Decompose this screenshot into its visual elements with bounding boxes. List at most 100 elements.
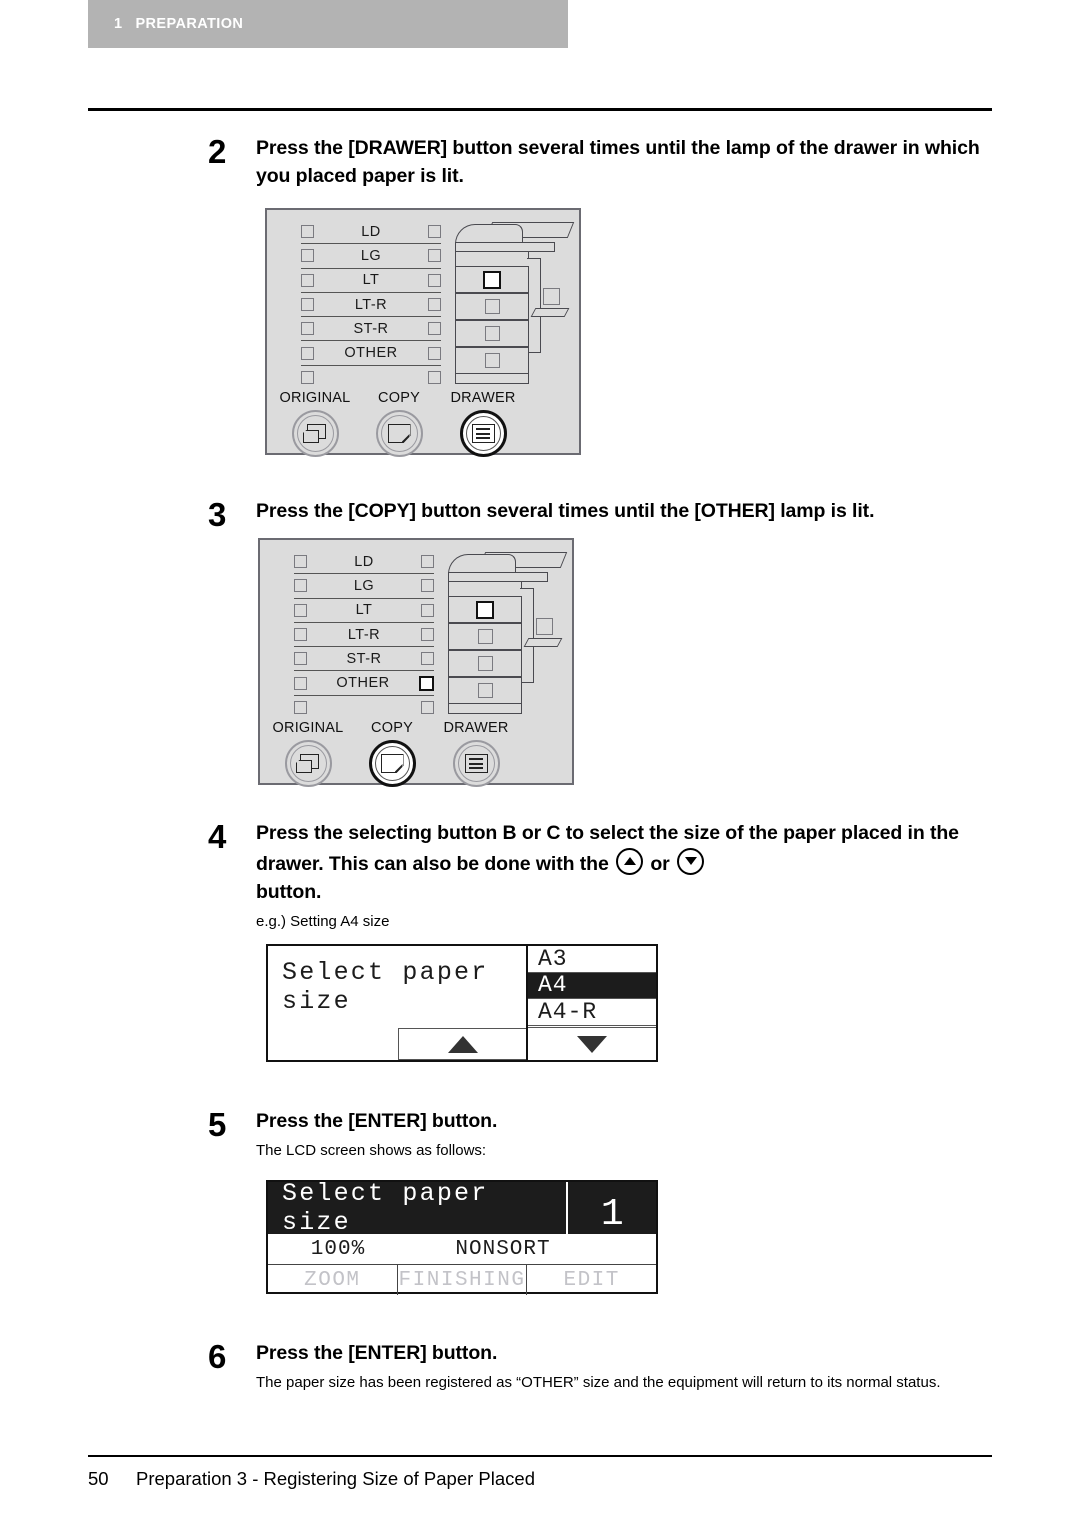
original-button-label: ORIGINAL — [272, 720, 344, 736]
operator-panel-figure-1: LD LG LT LT-R ST-R OTHER ORIGINAL COPY D… — [265, 208, 581, 457]
scroll-up-button[interactable] — [398, 1028, 526, 1060]
lamp-indicator-left — [294, 676, 307, 690]
scroll-down-button[interactable] — [528, 1027, 656, 1060]
drawer-1 — [455, 266, 529, 293]
lamp-indicator-right — [428, 225, 441, 239]
bypass-indicator — [536, 618, 553, 635]
drawer-indicator — [484, 326, 500, 341]
lamp-label: LD — [354, 553, 374, 570]
drawer-1 — [448, 596, 522, 623]
lcd-soft-key-row: ZOOM FINISHING EDIT — [268, 1264, 656, 1295]
lamp-row-other: OTHER — [294, 671, 434, 696]
copy-button[interactable] — [368, 740, 416, 787]
page-number: 50 — [88, 1468, 109, 1489]
lamp-indicator-right — [421, 652, 434, 666]
lamp-row: LG — [294, 574, 434, 599]
lcd-title: Select paper size — [282, 958, 489, 1016]
sort-mode-value: NONSORT — [455, 1237, 551, 1261]
lamp-row: LD — [301, 220, 441, 245]
drawer-button-label: DRAWER — [450, 390, 516, 406]
option-a3[interactable]: A3 — [528, 946, 656, 973]
drawer-indicator-lit — [483, 270, 501, 289]
paper-size-lamp-table-2: LD LG LT LT-R ST-R OTHER — [294, 550, 434, 719]
chapter-header-band: 1 PREPARATION — [88, 0, 568, 48]
scroll-down-arrow-icon — [577, 1035, 607, 1053]
lamp-label: LT-R — [354, 296, 388, 313]
lamp-indicator-left — [294, 579, 307, 593]
lamp-indicator-left — [301, 225, 314, 239]
lamp-label: OTHER — [336, 675, 390, 692]
drawer-3 — [448, 650, 522, 677]
lamp-row: LT-R — [301, 293, 441, 318]
drawer-lines-icon — [464, 754, 488, 773]
step-2: 2 Press the [DRAWER] button several time… — [208, 135, 998, 191]
soft-key-finishing[interactable]: FINISHING — [398, 1265, 528, 1295]
lamp-row: LD — [294, 550, 434, 575]
step-4: 4 Press the selecting button B or C to s… — [208, 820, 1008, 932]
lamp-indicator-right — [421, 628, 434, 642]
panel-buttons-2 — [266, 740, 518, 787]
panel-button-labels-1: ORIGINAL COPY DRAWER — [273, 390, 525, 406]
drawer-indicator — [484, 299, 500, 314]
lamp-row: ST-R — [294, 647, 434, 672]
lamp-indicator-left — [301, 298, 314, 312]
arrow-up-button-icon — [616, 847, 644, 875]
drawer-button[interactable] — [452, 740, 500, 787]
soft-key-edit[interactable]: EDIT — [527, 1265, 656, 1295]
step-4-title-or: or — [650, 852, 670, 875]
lcd-status-values: 100% NONSORT — [268, 1234, 656, 1264]
copier-illustration-1 — [453, 222, 575, 392]
step-4-number: 4 — [208, 818, 227, 855]
lamp-indicator-left — [294, 628, 307, 642]
copy-sheet-icon — [387, 424, 411, 443]
footer-divider-rule — [88, 1455, 992, 1458]
original-button[interactable] — [291, 410, 339, 457]
control-console — [448, 581, 522, 597]
original-sheet-icon — [296, 754, 320, 773]
lcd-select-paper-size: Select paper size A3 A4 A4-R — [266, 944, 658, 1062]
lamp-label: LT — [362, 272, 380, 289]
option-a4r[interactable]: A4-R — [528, 999, 656, 1026]
soft-key-zoom[interactable]: ZOOM — [268, 1265, 398, 1295]
lamp-indicator-right — [428, 346, 441, 360]
copy-button-label: COPY — [378, 390, 420, 406]
lamp-indicator-left — [294, 652, 307, 666]
scanner-lid — [448, 554, 516, 574]
lamp-indicator-right — [428, 273, 441, 287]
lamp-row: LT — [294, 599, 434, 623]
copier-illustration-2 — [446, 552, 568, 722]
copy-button[interactable] — [375, 410, 423, 457]
lamp-label: OTHER — [344, 345, 398, 362]
step-6-note: The paper size has been registered as “O… — [256, 1373, 941, 1391]
lamp-indicator-left — [301, 346, 314, 360]
drawer-button[interactable] — [459, 410, 507, 457]
lamp-label: LT — [355, 602, 373, 619]
original-button[interactable] — [284, 740, 332, 787]
scroll-up-arrow-icon — [447, 1035, 478, 1053]
step-4-title: Press the selecting button B or C to sel… — [256, 820, 1008, 907]
panel-button-labels-2: ORIGINAL COPY DRAWER — [266, 720, 518, 736]
lamp-indicator-right — [428, 322, 441, 336]
drawer-button-label: DRAWER — [443, 720, 509, 736]
lamp-indicator-left — [294, 603, 307, 617]
zoom-value: 100% — [310, 1237, 366, 1261]
step-6: 6 Press the [ENTER] button. The paper si… — [208, 1340, 1008, 1394]
drawer-2 — [448, 623, 522, 650]
copy-sheet-icon — [380, 754, 404, 773]
lamp-label: LT-R — [347, 626, 381, 643]
lamp-indicator-right-lit — [419, 675, 434, 691]
lamp-row: LG — [301, 244, 441, 269]
operator-panel-figure-2: LD LG LT LT-R ST-R OTHER ORIGINAL COPY D… — [258, 538, 574, 787]
drawer-indicator — [477, 629, 493, 644]
step-6-number: 6 — [208, 1338, 227, 1375]
drawer-indicator — [484, 353, 500, 368]
side-panel — [527, 258, 541, 353]
original-button-label: ORIGINAL — [279, 390, 351, 406]
lamp-indicator-left — [301, 370, 314, 384]
option-a4-selected[interactable]: A4 — [528, 972, 656, 1000]
lamp-row: ST-R — [301, 317, 441, 342]
lamp-row — [294, 696, 434, 719]
lamp-label: LG — [360, 247, 382, 264]
lamp-row: LT — [301, 269, 441, 293]
step-6-title: Press the [ENTER] button. — [256, 1342, 498, 1364]
